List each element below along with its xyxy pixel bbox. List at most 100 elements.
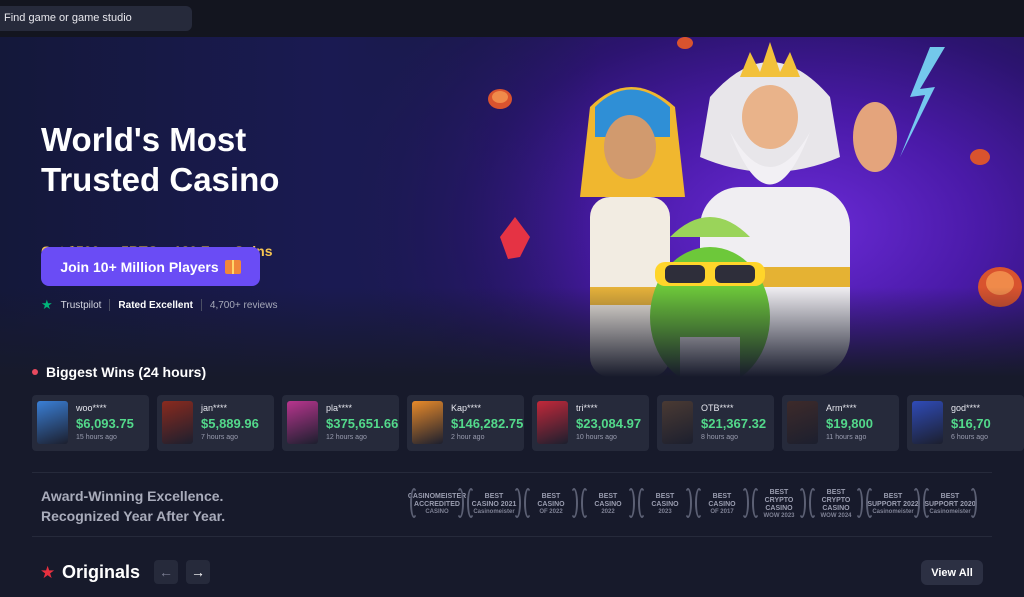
badge-line-2: SUPPORT 2020	[924, 500, 976, 508]
divider	[200, 299, 202, 311]
game-thumbnail	[162, 401, 193, 444]
game-thumbnail	[912, 401, 943, 444]
win-card[interactable]: Kap**** $146,282.75 2 hour ago	[407, 395, 524, 451]
win-time: 15 hours ago	[76, 434, 117, 441]
badge-line-1: BEST	[712, 492, 732, 500]
badge-line-1: BEST	[484, 492, 504, 500]
win-amount: $5,889.96	[201, 416, 259, 431]
join-button[interactable]: Join 10+ Million Players	[41, 247, 260, 286]
coin-icon	[488, 89, 512, 109]
win-time: 11 hours ago	[826, 434, 867, 441]
laurel-left-icon	[809, 488, 817, 518]
win-amount: $146,282.75	[451, 416, 524, 431]
laurel-right-icon	[912, 488, 920, 518]
badge-line-2: CASINO	[594, 500, 622, 508]
win-player: pla****	[326, 403, 353, 413]
game-thumbnail	[37, 401, 68, 444]
award-badge: BEST SUPPORT 2020 Casinomeister	[923, 486, 977, 522]
badge-line-3: OF 2017	[710, 508, 734, 515]
win-time: 2 hour ago	[451, 434, 485, 441]
laurel-left-icon	[695, 488, 703, 518]
win-amount: $23,084.97	[576, 416, 642, 431]
win-card[interactable]: woo**** $6,093.75 15 hours ago	[32, 395, 149, 451]
badge-line-2: CASINO	[537, 500, 565, 508]
win-time: 10 hours ago	[576, 434, 617, 441]
prev-arrow-button[interactable]: ←	[154, 560, 178, 584]
laurel-left-icon	[581, 488, 589, 518]
award-badge: BEST CRYPTO CASINO WOW 2023	[752, 486, 806, 522]
game-thumbnail	[662, 401, 693, 444]
laurel-right-icon	[570, 488, 578, 518]
badge-line-1: BEST	[940, 492, 960, 500]
win-time: 6 hours ago	[951, 434, 988, 441]
awards-line-2: Recognized Year After Year.	[41, 508, 226, 524]
badge-line-3: OF 2022	[539, 508, 563, 515]
win-player: Arm****	[826, 403, 857, 413]
badge-line-3: Casinomeister	[872, 508, 914, 515]
badge-line-1: BEST	[655, 492, 675, 500]
laurel-left-icon	[923, 488, 931, 518]
win-time: 7 hours ago	[201, 434, 238, 441]
coin-icon	[970, 149, 990, 165]
win-amount: $6,093.75	[76, 416, 134, 431]
awards-line-1: Award-Winning Excellence.	[41, 488, 224, 504]
badge-line-3: 2023	[658, 508, 672, 515]
win-card[interactable]: jan**** $5,889.96 7 hours ago	[157, 395, 274, 451]
biggest-wins-title: Biggest Wins (24 hours)	[46, 364, 207, 380]
game-thumbnail	[787, 401, 818, 444]
win-card[interactable]: Arm**** $19,800 11 hours ago	[782, 395, 899, 451]
win-amount: $19,800	[826, 416, 873, 431]
section-divider	[32, 536, 992, 537]
award-badges: CASINOMEISTER ACCREDITED CASINO BEST CASINO …	[408, 486, 990, 526]
top-bar: Find game or game studio	[0, 0, 1024, 37]
badge-line-2: ACCREDITED	[414, 500, 460, 508]
win-card[interactable]: god**** $16,70 6 hours ago	[907, 395, 1024, 451]
win-card[interactable]: tri**** $23,084.97 10 hours ago	[532, 395, 649, 451]
win-player: woo****	[76, 403, 107, 413]
award-badge: BEST CASINO 2023	[638, 486, 692, 522]
laurel-right-icon	[684, 488, 692, 518]
badge-line-3: Casinomeister	[473, 508, 515, 515]
win-amount: $21,367.32	[701, 416, 767, 431]
game-thumbnail	[537, 401, 568, 444]
badge-line-3: Casinomeister	[929, 508, 971, 515]
badge-line-2: CASINO 2021	[471, 500, 517, 508]
award-badge: BEST SUPPORT 2022 Casinomeister	[866, 486, 920, 522]
rating-text: Rated Excellent	[118, 299, 193, 311]
search-input[interactable]: Find game or game studio	[0, 6, 192, 31]
reviews-count: 4,700+ reviews	[209, 299, 278, 311]
trustpilot-rating[interactable]: ★ Trustpilot Rated Excellent 4,700+ revi…	[41, 297, 277, 313]
win-time: 12 hours ago	[326, 434, 367, 441]
award-badge: BEST CASINO OF 2022	[524, 486, 578, 522]
laurel-left-icon	[410, 488, 418, 518]
badge-line-1: BEST	[769, 488, 789, 496]
badge-line-1: BEST	[826, 488, 846, 496]
win-card[interactable]: pla**** $375,651.66 12 hours ago	[282, 395, 399, 451]
badge-line-2: SUPPORT 2022	[867, 500, 919, 508]
hero-banner: World's Most Trusted Casino Get $500 or …	[0, 37, 1024, 377]
star-icon: ★	[40, 563, 56, 582]
game-thumbnail	[412, 401, 443, 444]
laurel-left-icon	[638, 488, 646, 518]
badge-line-3: WOW 2023	[763, 512, 795, 519]
view-all-button[interactable]: View All	[921, 560, 983, 585]
arrow-left-icon: ←	[159, 564, 173, 580]
badge-line-1: BEST	[883, 492, 903, 500]
biggest-wins-list: woo**** $6,093.75 15 hours ago jan**** $5,88…	[32, 395, 1024, 451]
win-amount: $16,70	[951, 416, 991, 431]
award-badge: CASINOMEISTER ACCREDITED CASINO	[408, 486, 466, 522]
badge-line-2: CASINO	[651, 500, 679, 508]
laurel-right-icon	[798, 488, 806, 518]
next-arrow-button[interactable]: →	[186, 560, 210, 584]
win-time: 8 hours ago	[701, 434, 738, 441]
win-card[interactable]: OTB**** $21,367.32 8 hours ago	[657, 395, 774, 451]
win-player: OTB****	[701, 403, 734, 413]
award-badge: BEST CRYPTO CASINO WOW 2024	[809, 486, 863, 522]
trustpilot-label: Trustpilot	[60, 299, 102, 311]
win-amount: $375,651.66	[326, 416, 399, 431]
hero-title: World's Most Trusted Casino	[41, 121, 280, 198]
trustpilot-star-icon: ★	[41, 297, 53, 312]
laurel-left-icon	[467, 488, 475, 518]
originals-title: Originals	[62, 562, 141, 582]
laurel-left-icon	[524, 488, 532, 518]
